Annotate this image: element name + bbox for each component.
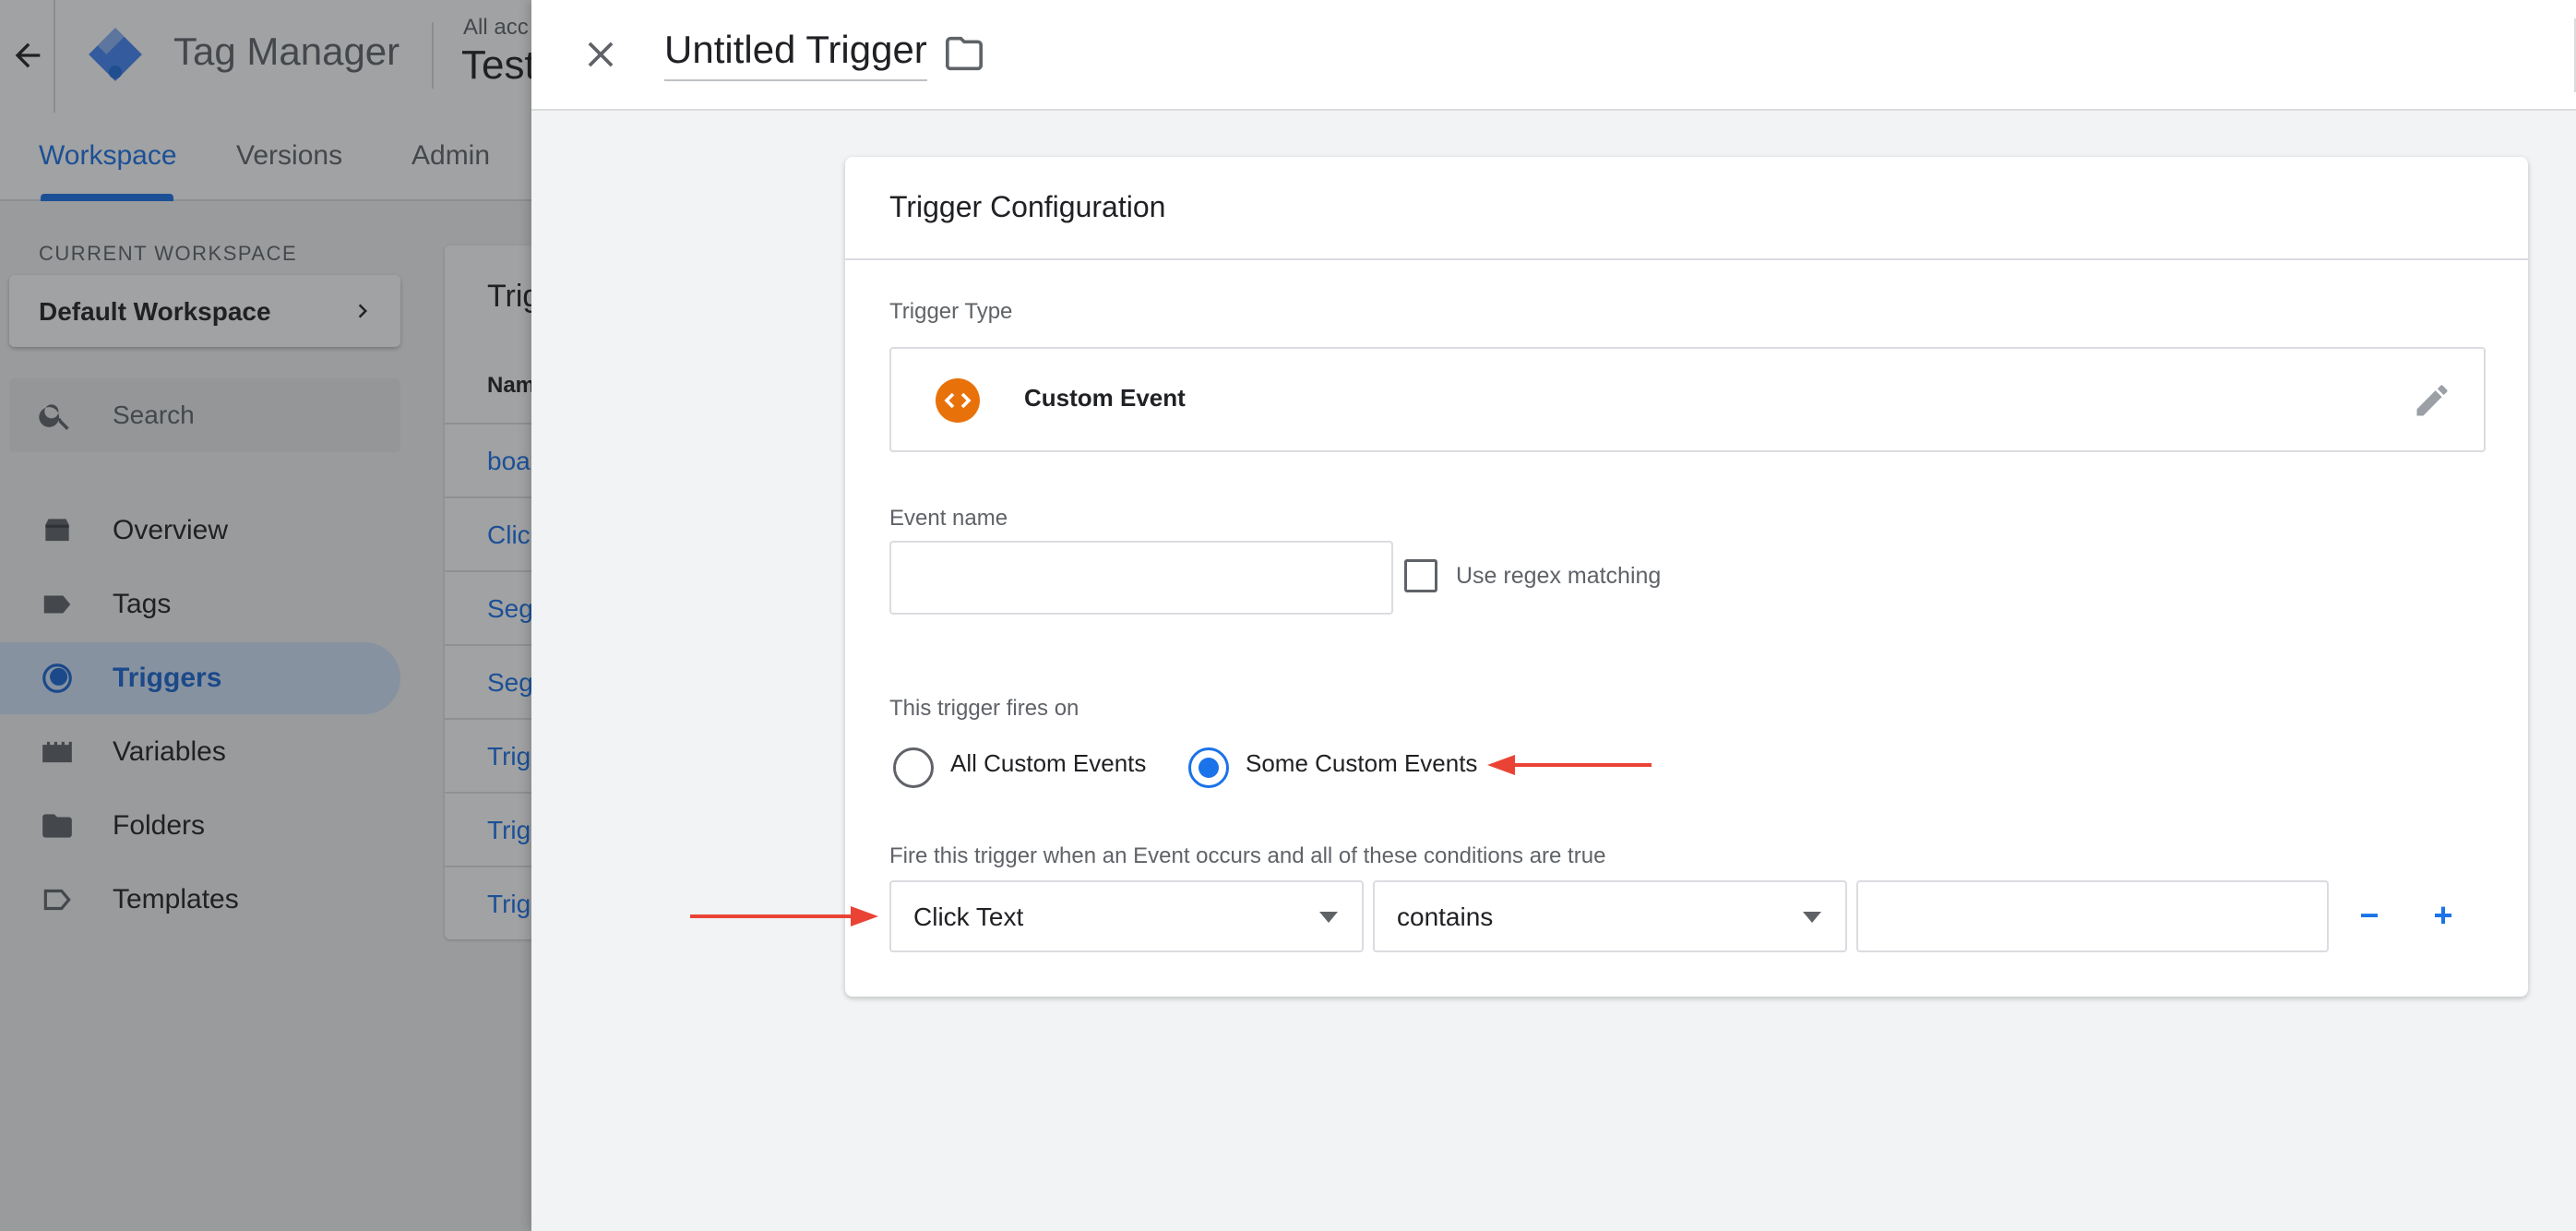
dropdown-arrow-icon: [1319, 912, 1338, 923]
trigger-type-selector[interactable]: Custom Event: [889, 347, 2486, 452]
remove-condition-button[interactable]: −: [2345, 891, 2393, 939]
trigger-title-input[interactable]: Untitled Trigger: [664, 28, 927, 81]
trigger-editor-panel: Untitled Trigger Trigger Configuration T…: [531, 0, 2576, 1231]
condition-operator-select[interactable]: contains: [1373, 880, 1847, 952]
pencil-icon[interactable]: [2412, 380, 2452, 421]
condition-label: Fire this trigger when an Event occurs a…: [889, 843, 1606, 868]
annotation-arrow-left-icon: [1487, 755, 1652, 775]
regex-checkbox-label[interactable]: Use regex matching: [1456, 563, 1661, 590]
dropdown-arrow-icon: [1803, 912, 1821, 923]
radio-some-custom-events[interactable]: [1188, 747, 1229, 788]
radio-label-all-custom-events[interactable]: All Custom Events: [950, 749, 1146, 778]
condition-operator-value: contains: [1397, 902, 1494, 931]
trigger-configuration-card: Trigger Configuration Trigger Type Custo…: [845, 157, 2528, 997]
annotation-arrow-right-icon: [690, 906, 878, 926]
trigger-type-name: Custom Event: [1024, 384, 1186, 412]
condition-variable-select[interactable]: Click Text: [889, 880, 1364, 952]
custom-event-icon: [936, 378, 980, 423]
fires-on-label: This trigger fires on: [889, 696, 1079, 721]
trigger-type-label: Trigger Type: [889, 299, 1013, 324]
regex-checkbox[interactable]: [1404, 559, 1437, 592]
card-heading: Trigger Configuration: [889, 190, 1166, 223]
add-condition-button[interactable]: +: [2419, 891, 2467, 939]
radio-all-custom-events[interactable]: [893, 747, 934, 788]
divider: [845, 258, 2528, 260]
close-icon[interactable]: [579, 33, 622, 76]
folder-icon[interactable]: [943, 35, 985, 72]
event-name-label: Event name: [889, 506, 1008, 531]
condition-variable-value: Click Text: [913, 902, 1024, 931]
panel-header: Untitled Trigger: [531, 0, 2576, 111]
condition-value-input[interactable]: [1856, 880, 2329, 952]
radio-label-some-custom-events[interactable]: Some Custom Events: [1246, 749, 1477, 778]
event-name-input[interactable]: [889, 541, 1393, 615]
